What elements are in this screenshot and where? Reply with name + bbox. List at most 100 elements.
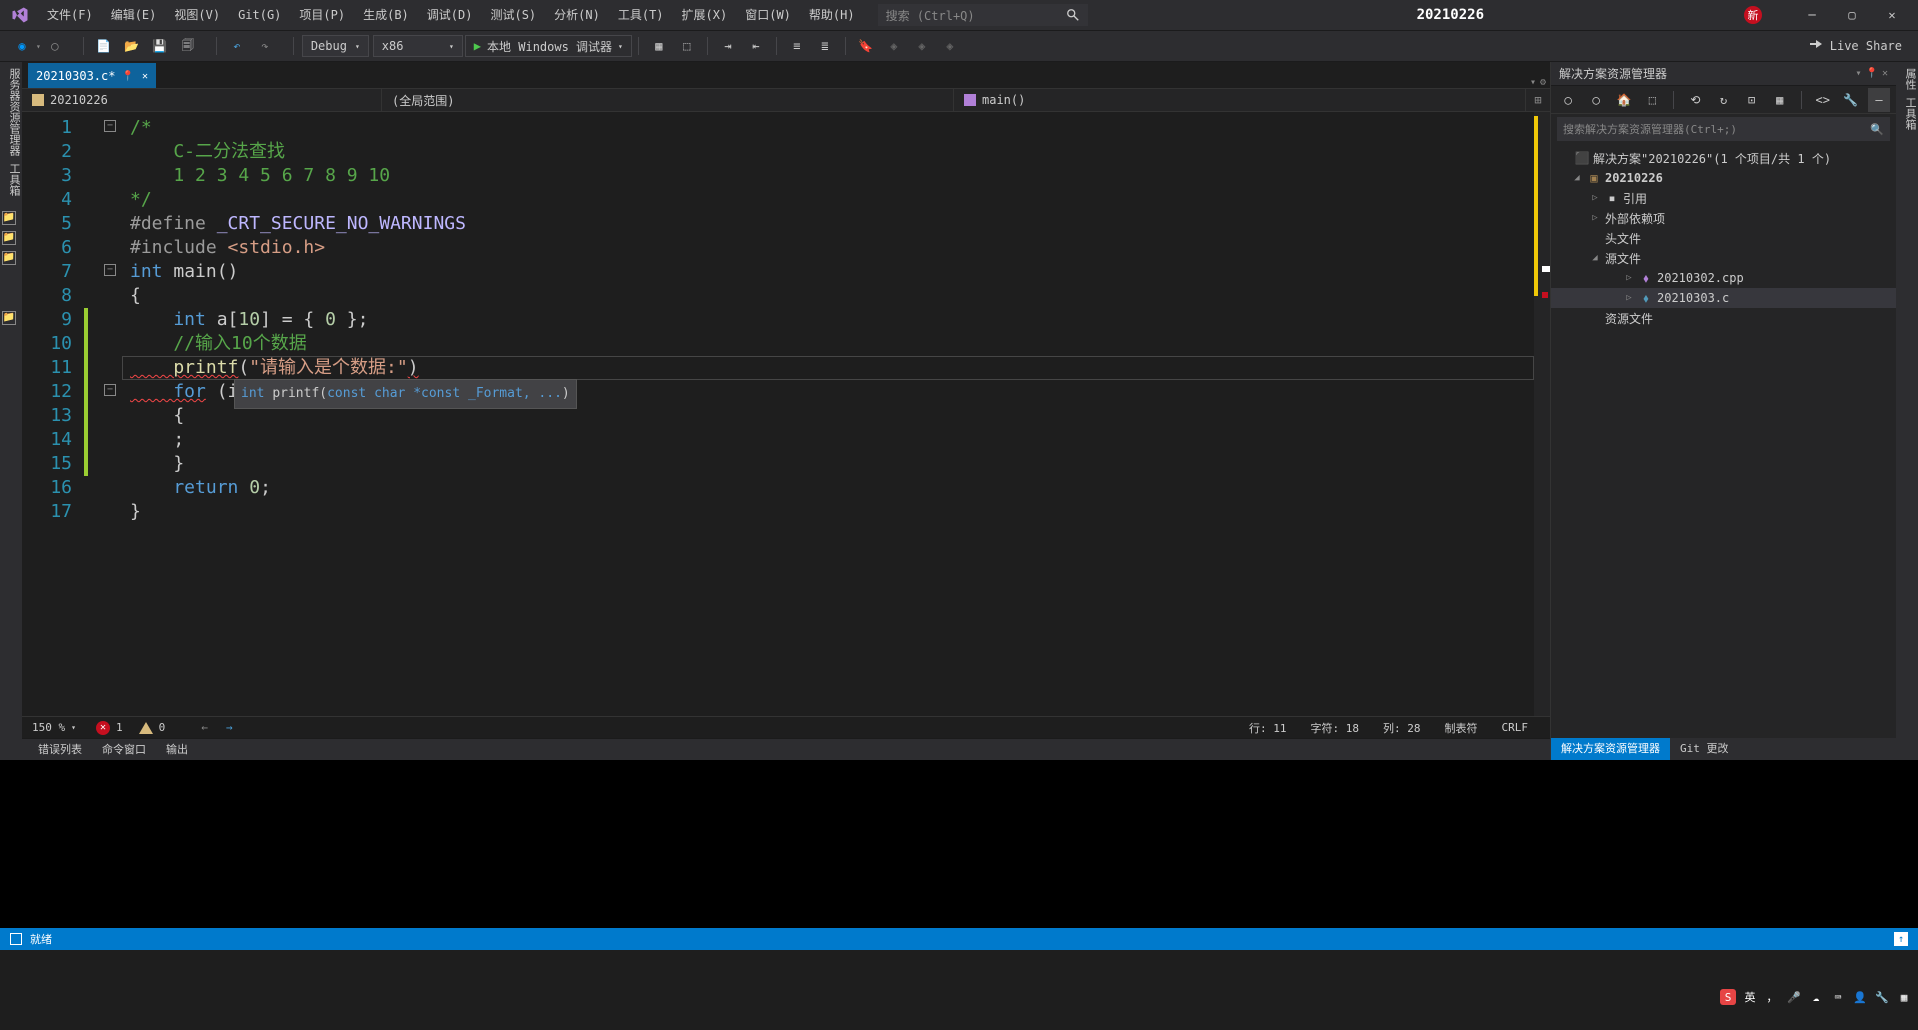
tree-solution-root[interactable]: ⬛解决方案"20210226"(1 个项目/共 1 个) <box>1551 148 1896 168</box>
editor-tab-active[interactable]: 20210303.c* 📍 ✕ <box>28 63 156 88</box>
status-feedback-icon[interactable]: ↑ <box>1894 932 1908 946</box>
indent-mode[interactable]: 制表符 <box>1433 720 1490 736</box>
sol-collapse-icon[interactable]: ⊡ <box>1741 88 1763 112</box>
error-count-icon[interactable]: ✕ <box>96 721 110 735</box>
menu-help[interactable]: 帮助(H) <box>800 0 864 30</box>
solution-search-input[interactable]: 搜索解决方案资源管理器(Ctrl+;) 🔍 <box>1557 117 1890 141</box>
nav-prev-icon[interactable]: ← <box>195 721 214 734</box>
left-tool-rail[interactable]: 服务器资源管理器 工具箱 <box>0 62 22 760</box>
open-file-icon[interactable]: 📂 <box>120 34 144 58</box>
nav-scope[interactable]: 20210226 <box>22 89 382 111</box>
config-dropdown[interactable]: Debug▾ <box>302 35 369 57</box>
fold-icon[interactable]: − <box>104 264 116 276</box>
redo-icon[interactable]: ↷ <box>253 34 277 58</box>
tb-icon-4[interactable]: ⇤ <box>744 34 768 58</box>
global-search-input[interactable]: 搜索 (Ctrl+Q) <box>878 4 1088 26</box>
sol-showall-icon[interactable]: ▦ <box>1769 88 1791 112</box>
tab-solution-explorer[interactable]: 解决方案资源管理器 <box>1551 738 1670 760</box>
menu-project[interactable]: 项目(P) <box>290 0 354 30</box>
menu-window[interactable]: 窗口(W) <box>736 0 800 30</box>
platform-dropdown[interactable]: x86▾ <box>373 35 463 57</box>
tab-dropdown-icon[interactable]: ▾ <box>1530 77 1536 88</box>
tree-file-cpp[interactable]: ▷⬧20210302.cpp <box>1551 268 1896 288</box>
split-icon[interactable]: ⊞ <box>1526 89 1550 111</box>
save-all-icon[interactable]: 🗐 <box>176 34 200 58</box>
ime-punct-icon[interactable]: ， <box>1764 989 1780 1005</box>
tray-cloud-icon[interactable]: ☁ <box>1808 989 1824 1005</box>
tree-file-c[interactable]: ▷⬧20210303.c <box>1551 288 1896 308</box>
tb-icon-7[interactable]: ◈ <box>882 34 906 58</box>
menu-file[interactable]: 文件(F) <box>38 0 102 30</box>
tb-icon-1[interactable]: ▦ <box>647 34 671 58</box>
tb-icon-5[interactable]: ≡ <box>785 34 809 58</box>
menu-edit[interactable]: 编辑(E) <box>102 0 166 30</box>
pin-icon[interactable]: 📍 <box>121 71 133 82</box>
eol-mode[interactable]: CRLF <box>1490 721 1541 734</box>
tree-external-deps[interactable]: ▷📁外部依赖项 <box>1551 208 1896 228</box>
nav-back-icon[interactable]: ◉ <box>10 34 34 58</box>
panel-close-icon[interactable]: ✕ <box>1882 68 1888 79</box>
tree-sources[interactable]: ◢📁源文件 <box>1551 248 1896 268</box>
menu-view[interactable]: 视图(V) <box>165 0 229 30</box>
tb-icon-6[interactable]: ≣ <box>813 34 837 58</box>
tab-output[interactable]: 输出 <box>156 739 198 761</box>
tree-headers[interactable]: 📁头文件 <box>1551 228 1896 248</box>
bookmark-icon[interactable]: 🔖 <box>854 34 878 58</box>
nav-next-icon[interactable]: → <box>220 721 239 734</box>
menu-analyze[interactable]: 分析(N) <box>545 0 609 30</box>
close-button[interactable]: ✕ <box>1872 0 1912 30</box>
ime-lang[interactable]: 英 <box>1742 989 1758 1005</box>
sol-code-icon[interactable]: <> <box>1812 88 1834 112</box>
tab-error-list[interactable]: 错误列表 <box>28 739 92 761</box>
tb-icon-3[interactable]: ⇥ <box>716 34 740 58</box>
sol-fwd-icon[interactable]: ◯ <box>1585 88 1607 112</box>
menu-debug[interactable]: 调试(D) <box>418 0 482 30</box>
tree-resources[interactable]: 📁资源文件 <box>1551 308 1896 328</box>
menu-build[interactable]: 生成(B) <box>354 0 418 30</box>
fold-icon[interactable]: − <box>104 120 116 132</box>
code-editor[interactable]: 1234567891011121314151617 − − − /* C-二分法… <box>22 112 1550 716</box>
menu-test[interactable]: 测试(S) <box>481 0 545 30</box>
tb-icon-2[interactable]: ⬚ <box>675 34 699 58</box>
new-file-icon[interactable]: 📄 <box>92 34 116 58</box>
ime-icon[interactable]: S <box>1720 989 1736 1005</box>
menu-extensions[interactable]: 扩展(X) <box>673 0 737 30</box>
minimize-button[interactable]: ─ <box>1792 0 1832 30</box>
save-icon[interactable]: 💾 <box>148 34 172 58</box>
nav-context[interactable]: (全局范围) <box>382 89 954 111</box>
panel-pin-icon[interactable]: 📍 <box>1866 68 1878 79</box>
tab-close-icon[interactable]: ✕ <box>142 71 148 82</box>
right-tool-rail[interactable]: 属性 工具箱 <box>1896 62 1918 760</box>
tree-references[interactable]: ▷▪引用 <box>1551 188 1896 208</box>
maximize-button[interactable]: ▢ <box>1832 0 1872 30</box>
sol-refresh-icon[interactable]: ↻ <box>1712 88 1734 112</box>
tab-settings-icon[interactable]: ⚙ <box>1540 77 1546 88</box>
code-area[interactable]: /* C-二分法查找 1 2 3 4 5 6 7 8 9 10 */ #defi… <box>122 112 1534 716</box>
tb-icon-9[interactable]: ◈ <box>938 34 962 58</box>
sol-home-icon[interactable]: 🏠 <box>1613 88 1635 112</box>
sol-back-icon[interactable]: ◯ <box>1557 88 1579 112</box>
scroll-minimap[interactable] <box>1534 112 1550 716</box>
warning-count-icon[interactable] <box>139 722 153 734</box>
tray-tool-icon[interactable]: 🔧 <box>1874 989 1890 1005</box>
tree-project[interactable]: ◢▣20210226 <box>1551 168 1896 188</box>
sol-switch-icon[interactable]: ⬚ <box>1641 88 1663 112</box>
tray-grid-icon[interactable]: ▦ <box>1896 989 1912 1005</box>
menu-tools[interactable]: 工具(T) <box>609 0 673 30</box>
tray-mic-icon[interactable]: 🎤 <box>1786 989 1802 1005</box>
tray-kb-icon[interactable]: ⌨ <box>1830 989 1846 1005</box>
sol-sync-icon[interactable]: ⟲ <box>1684 88 1706 112</box>
zoom-level[interactable]: 150 % <box>32 721 65 734</box>
panel-dropdown-icon[interactable]: ▾ <box>1855 68 1861 79</box>
tray-user-icon[interactable]: 👤 <box>1852 989 1868 1005</box>
tab-git-changes[interactable]: Git 更改 <box>1670 738 1739 760</box>
undo-icon[interactable]: ↶ <box>225 34 249 58</box>
sol-preview-icon[interactable]: — <box>1868 88 1890 112</box>
menu-git[interactable]: Git(G) <box>229 0 290 30</box>
sol-prop-icon[interactable]: 🔧 <box>1840 88 1862 112</box>
start-debug-button[interactable]: ▶本地 Windows 调试器▾ <box>465 35 632 57</box>
tab-command-window[interactable]: 命令窗口 <box>92 739 156 761</box>
fold-icon[interactable]: − <box>104 384 116 396</box>
live-share-button[interactable]: Live Share <box>1800 38 1910 54</box>
nav-function[interactable]: main() <box>954 89 1526 111</box>
